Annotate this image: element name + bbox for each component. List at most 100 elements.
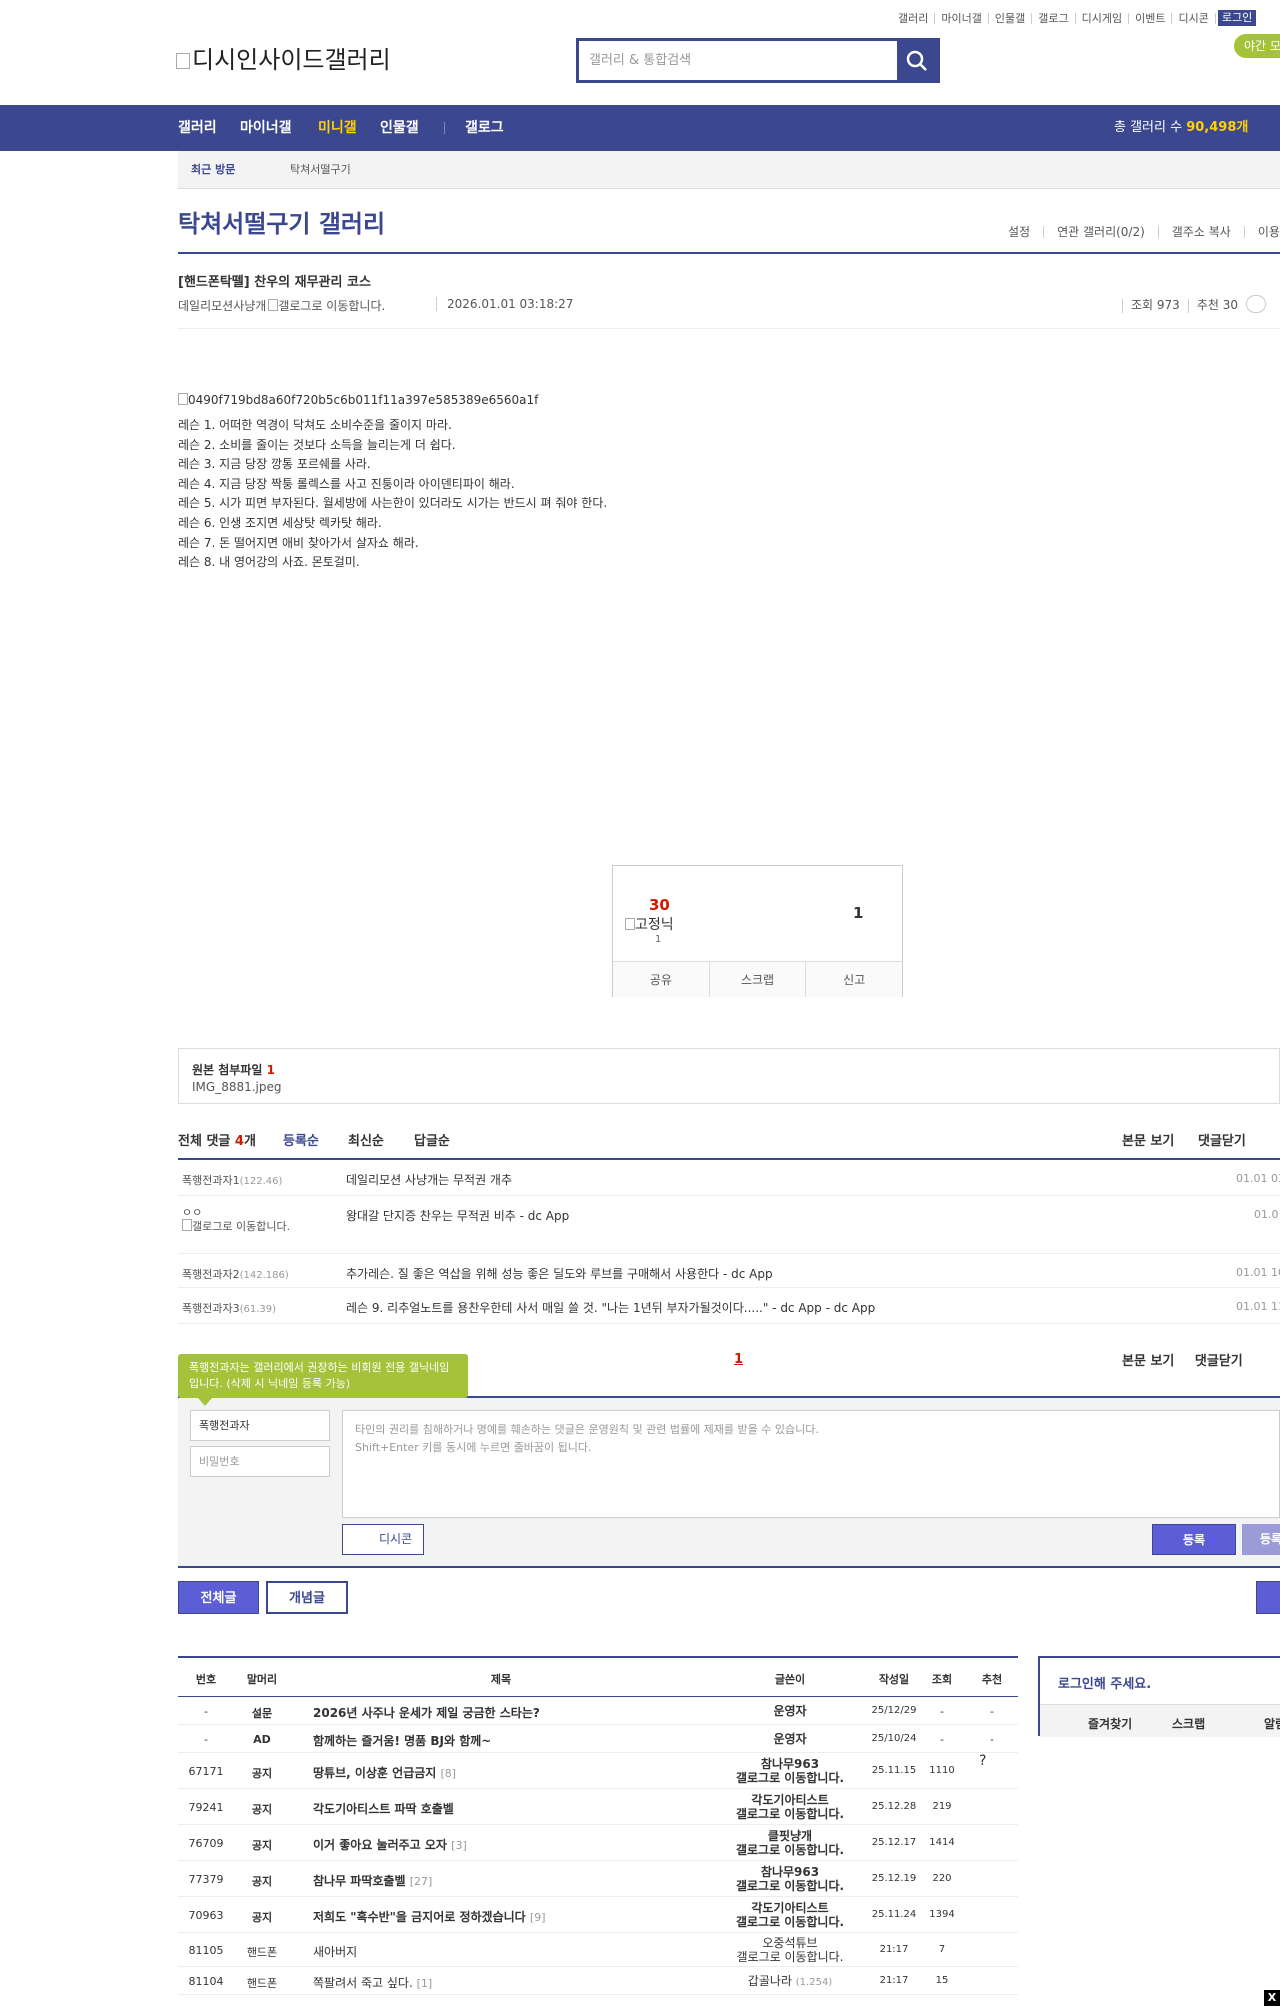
list-row[interactable]: 77379 공지 참나무 파딱호출벨 [27] 참나무963 갤로그로 이동합니다… xyxy=(178,1861,1018,1897)
gallog-link[interactable]: 갤로그로 이동합니다. xyxy=(278,299,385,313)
login-prompt[interactable]: 로그인해 주세요. xyxy=(1058,1673,1151,1692)
list-row[interactable]: - AD 함께하는 즐거움! 명품 BJ와 함께~ 운영자 25/10/24 -… xyxy=(178,1725,1018,1753)
list-row[interactable]: 81105 핸드폰 새아버지 오중석튜브 갤로그로 이동합니다. 21:17 7 xyxy=(178,1933,1018,1967)
attachment-title: 원본 첨부파일 1 xyxy=(192,1061,275,1078)
broken-image-icon xyxy=(176,53,190,69)
search-button[interactable] xyxy=(897,41,937,80)
recent-label[interactable]: 최근 방문 xyxy=(191,151,235,189)
close-icon[interactable]: X xyxy=(1264,1990,1280,2006)
nav-mini[interactable]: 미니갤 xyxy=(318,105,357,151)
row-writer[interactable]: 참나무963 갤로그로 이동합니다. xyxy=(736,1865,844,1893)
row-writer-gallog: 갤로그로 이동합니다. xyxy=(735,1915,845,1929)
share-button[interactable]: 공유 xyxy=(613,962,709,997)
write-button[interactable] xyxy=(1256,1581,1280,1614)
login-button[interactable]: 로그인 xyxy=(1217,10,1257,26)
top-menu-game[interactable]: 디시게임 xyxy=(1076,12,1130,24)
row-writer[interactable]: 갑골나라 (1.254) xyxy=(748,1974,832,1990)
comment-author[interactable]: 폭행전과자2(142.186) xyxy=(182,1266,289,1282)
comment-author[interactable]: ㅇㅇ 갤로그로 이동합니다. xyxy=(182,1206,312,1233)
post-line: 레슨 7. 돈 떨어지면 애비 찾아가서 살자쇼 해라. xyxy=(178,535,419,550)
row-title[interactable]: 2026년 사주나 운세가 제일 궁금한 스타는? xyxy=(313,1704,540,1721)
notifications-button[interactable]: 알림 xyxy=(1264,1715,1280,1732)
row-title[interactable]: 저희도 "혹수반"을 금지어로 정하겠습니다 [9] xyxy=(313,1908,546,1925)
row-number: - xyxy=(204,1733,208,1746)
recent-item[interactable]: 탁쳐서떨구기 xyxy=(290,151,351,189)
view-post-button[interactable]: 본문 보기 xyxy=(1122,1130,1174,1149)
row-title[interactable]: 새아버지 xyxy=(313,1943,357,1960)
comment-row: 폭행전과자3(61.39) 레슨 9. 리추얼노트를 용찬우한테 사서 매일 쓸… xyxy=(178,1288,1280,1324)
row-writer[interactable]: 참나무963 갤로그로 이동합니다. xyxy=(736,1757,844,1785)
list-row[interactable]: 70963 공지 저희도 "혹수반"을 금지어로 정하겠습니다 [9] 각도기아… xyxy=(178,1897,1018,1933)
scrap-button[interactable]: 스크랩 xyxy=(708,962,806,997)
nav-gallog[interactable]: 갤로그 xyxy=(465,105,504,151)
row-writer[interactable]: 각도기아티스트 갤로그로 이동합니다. xyxy=(736,1901,844,1929)
login-box-actions: 즐겨찾기 스크랩 알림 xyxy=(1040,1704,1280,1737)
row-title[interactable]: 참나무 파딱호출벨 [27] xyxy=(313,1872,432,1889)
close-comments-button[interactable]: 댓글닫기 xyxy=(1198,1130,1246,1149)
row-title[interactable]: 쪽팔려서 죽고 싶다. [1] xyxy=(313,1974,432,1991)
col-writer: 글쓴이 xyxy=(774,1673,806,1686)
related-galleries[interactable]: 연관 갤러리(0/2) xyxy=(1043,226,1158,238)
row-title[interactable]: 이거 좋아요 눌러주고 오자 [3] xyxy=(313,1836,467,1853)
row-writer[interactable]: 클핏냥개 갤로그로 이동합니다. xyxy=(736,1829,844,1857)
top-menu-event[interactable]: 이벤트 xyxy=(1129,12,1173,24)
comment-author[interactable]: 폭행전과자3(61.39) xyxy=(182,1300,276,1316)
gallery-title[interactable]: 탁쳐서떨구기 갤러리 xyxy=(178,204,385,239)
sort-registered[interactable]: 등록순 xyxy=(283,1130,319,1149)
row-writer[interactable]: 오중석튜브 갤로그로 이동합니다. xyxy=(737,1936,844,1964)
list-row[interactable]: 76709 공지 이거 좋아요 눌러주고 오자 [3] 클핏냥개 갤로그로 이동합… xyxy=(178,1825,1018,1861)
sort-replies[interactable]: 답글순 xyxy=(414,1130,450,1149)
password-input[interactable]: 비밀번호 xyxy=(190,1446,330,1477)
nav-minor[interactable]: 마이너갤 xyxy=(240,105,292,151)
post-image[interactable]: 0490f719bd8a60f720b5c6b011f11a397e585389… xyxy=(178,393,538,407)
row-title[interactable]: 각도기아티스트 파딱 호출벨 xyxy=(313,1800,454,1817)
comment-author-name: 폭행전과자2 xyxy=(182,1268,240,1281)
broken-image-icon xyxy=(178,393,188,405)
favorites-button[interactable]: 즐겨찾기 xyxy=(1088,1715,1132,1732)
row-writer[interactable]: 운영자 xyxy=(773,1732,806,1746)
gallog-link: 갤로그로 이동합니다. xyxy=(192,1220,291,1233)
top-menu-dccon[interactable]: 디시콘 xyxy=(1172,12,1216,24)
view-post-button-bottom[interactable]: 본문 보기 xyxy=(1122,1354,1174,1369)
top-menu-person[interactable]: 인물갤 xyxy=(989,12,1033,24)
top-menu-gallery[interactable]: 갤러리 xyxy=(892,12,936,24)
scrap-list-button[interactable]: 스크랩 xyxy=(1172,1715,1205,1732)
list-row[interactable]: 79241 공지 각도기아티스트 파딱 호출벨 각도기아티스트 갤로그로 이동합니… xyxy=(178,1789,1018,1825)
report-button[interactable]: 신고 xyxy=(805,962,902,997)
row-writer-ip: (1.254) xyxy=(795,1977,833,1988)
row-writer[interactable]: 각도기아티스트 갤로그로 이동합니다. xyxy=(736,1793,844,1821)
list-row[interactable]: - 설문 2026년 사주나 운세가 제일 궁금한 스타는? 운영자 25/12… xyxy=(178,1697,1018,1725)
comment-page-1[interactable]: 1 xyxy=(734,1352,743,1367)
copy-gallery-url[interactable]: 갤주소 복사 xyxy=(1157,226,1244,238)
search-input[interactable]: 갤러리 & 통합검색 xyxy=(579,41,897,80)
comment-textarea[interactable]: 타인의 권리를 침해하거나 명예를 훼손하는 댓글은 운영원칙 및 관련 법률에… xyxy=(342,1410,1280,1518)
concept-posts-button[interactable]: 개념글 xyxy=(266,1581,348,1614)
gallery-settings[interactable]: 설정 xyxy=(1002,226,1043,238)
register-button[interactable]: 등록 xyxy=(1152,1524,1236,1555)
sort-latest[interactable]: 최신순 xyxy=(348,1130,384,1149)
top-menu-minor[interactable]: 마이너갤 xyxy=(935,12,989,24)
close-comments-button-bottom[interactable]: 댓글닫기 xyxy=(1195,1354,1243,1369)
all-posts-button[interactable]: 전체글 xyxy=(178,1581,259,1614)
comment-author[interactable]: 폭행전과자1(122.46) xyxy=(182,1172,282,1188)
nickname-input[interactable]: 폭행전과자 xyxy=(190,1410,330,1441)
site-logo[interactable]: 디시인사이드갤러리 xyxy=(176,40,391,75)
top-menu-gallog[interactable]: 갤로그 xyxy=(1032,12,1076,24)
fixed-nick-upvote[interactable]: 고정닉 xyxy=(625,914,674,934)
gallery-usage[interactable]: 이용 xyxy=(1243,226,1280,238)
nav-gallery[interactable]: 갤러리 xyxy=(178,105,217,151)
comment-jump-button[interactable] xyxy=(1245,295,1266,313)
dccon-button[interactable]: 디시콘 xyxy=(342,1524,424,1555)
attachment-file[interactable]: IMG_8881.jpeg xyxy=(192,1080,282,1094)
nav-person[interactable]: 인물갤 xyxy=(380,105,419,151)
row-writer-name: 각도기아티스트 xyxy=(751,1793,829,1807)
post-writer-name[interactable]: 데일리모션사냥개 xyxy=(178,299,266,313)
post-title: [핸드폰탁뗄] 찬우의 재무관리 코스 xyxy=(178,275,371,290)
row-title[interactable]: 땅튜브, 이상훈 언급금지 [8] xyxy=(313,1764,456,1781)
night-mode-button[interactable]: 야간 모드 xyxy=(1234,34,1280,58)
list-row[interactable]: 81104 핸드폰 쪽팔려서 죽고 싶다. [1] 갑골나라 (1.254) 2… xyxy=(178,1967,1018,1995)
row-writer[interactable]: 운영자 xyxy=(773,1704,806,1718)
row-title[interactable]: 함께하는 즐거움! 명품 BJ와 함께~ xyxy=(313,1732,491,1749)
register-recommend-button[interactable]: 등록 xyxy=(1242,1524,1280,1555)
list-row[interactable]: 67171 공지 땅튜브, 이상훈 언급금지 [8] 참나무963 갤로그로 이동… xyxy=(178,1753,1018,1789)
